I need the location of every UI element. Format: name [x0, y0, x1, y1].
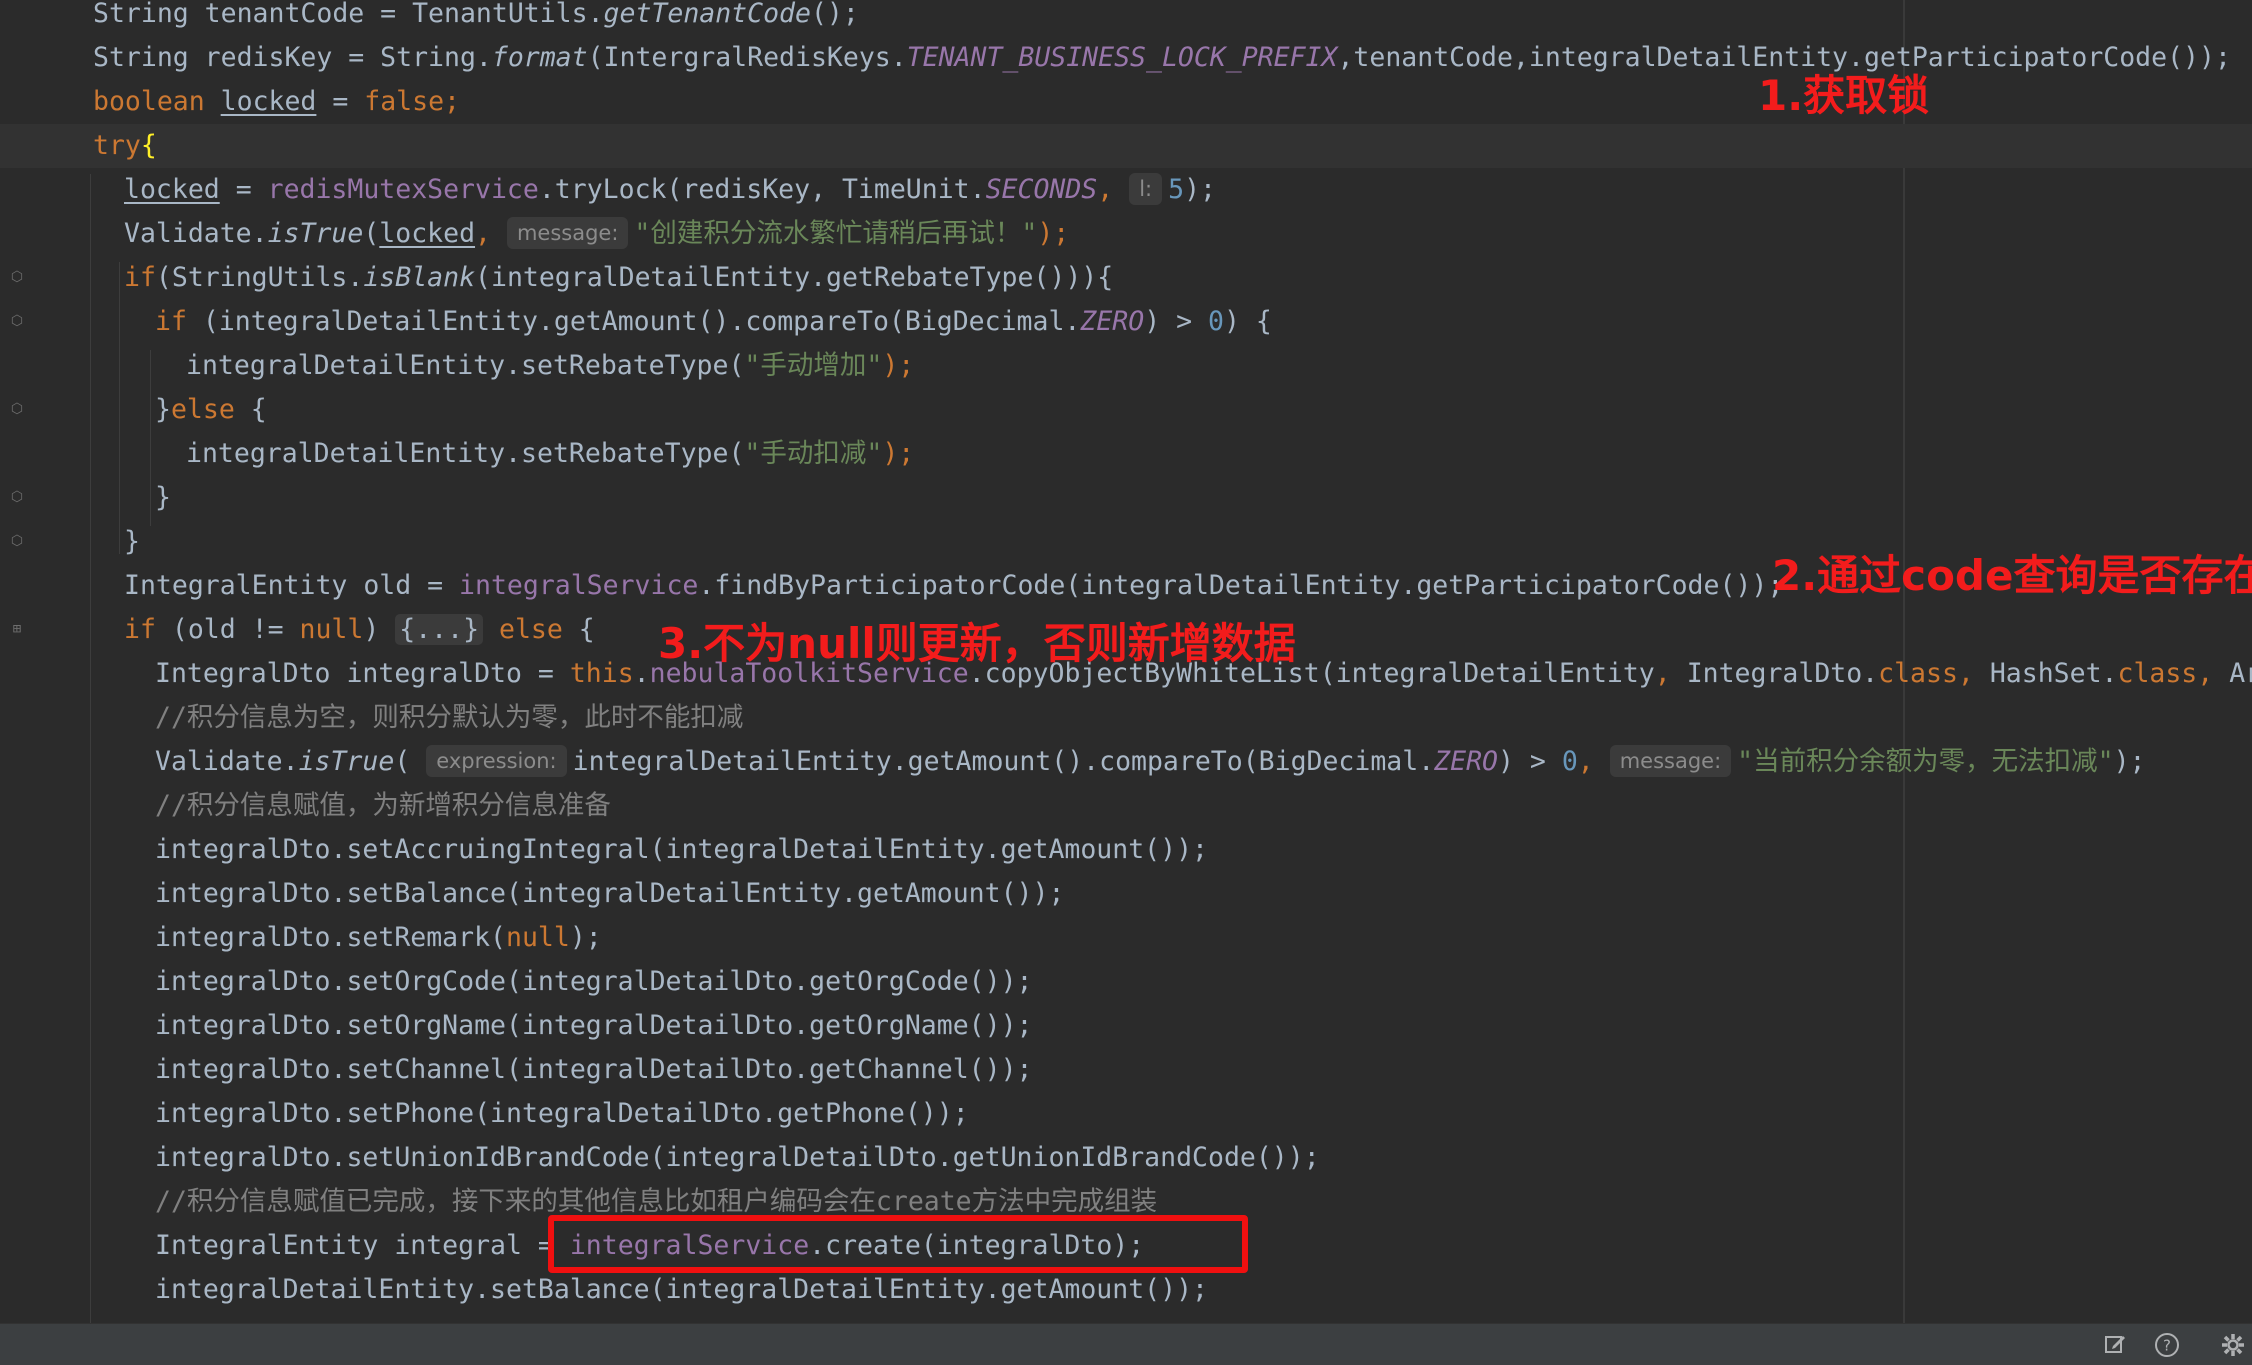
code-comment[interactable]: //积分信息赋值，为新增积分信息准备: [0, 784, 2252, 828]
code-line[interactable]: Validate.isTrue(locked, message: "创建积分流水繁…: [0, 212, 2252, 256]
code-editor[interactable]: ⬡ ⬡ ⬡ ⬡ ⬡ ⬡ ⊞ String tenantCode = Tenant…: [0, 0, 2252, 1323]
folded-code-badge[interactable]: {...}: [395, 614, 484, 645]
settings-icon[interactable]: [2220, 1332, 2246, 1358]
status-bar: ?: [0, 1323, 2252, 1365]
highlight-box: [548, 1215, 1248, 1273]
code-line[interactable]: String tenantCode = TenantUtils.getTenan…: [0, 0, 2252, 36]
code-line[interactable]: integralDto.setPhone(integralDetailDto.g…: [0, 1092, 2252, 1136]
help-icon[interactable]: ?: [2154, 1332, 2180, 1358]
code-line[interactable]: integralDto.setChannel(integralDetailDto…: [0, 1048, 2252, 1092]
code-line[interactable]: if(StringUtils.isBlank(integralDetailEnt…: [0, 256, 2252, 300]
annotation-update-or-create: 3.不为null则更新，否则新增数据: [658, 619, 1296, 668]
code-line[interactable]: if (integralDetailEntity.getAmount().com…: [0, 300, 2252, 344]
code-line[interactable]: integralDto.setUnionIdBrandCode(integral…: [0, 1136, 2252, 1180]
parameter-hint: message:: [506, 217, 629, 249]
parameter-hint: l:: [1129, 173, 1163, 205]
svg-text:?: ?: [2163, 1337, 2171, 1355]
code-line-current[interactable]: try{: [0, 124, 2252, 168]
code-line[interactable]: integralDto.setAccruingIntegral(integral…: [0, 828, 2252, 872]
code-line[interactable]: }else {: [0, 388, 2252, 432]
code-line[interactable]: locked = redisMutexService.tryLock(redis…: [0, 168, 2252, 212]
code-comment[interactable]: //积分信息为空，则积分默认为零，此时不能扣减: [0, 696, 2252, 740]
code-line[interactable]: integralDto.setOrgName(integralDetailDto…: [0, 1004, 2252, 1048]
code-line[interactable]: integralDto.setOrgCode(integralDetailDto…: [0, 960, 2252, 1004]
parameter-hint: message:: [1609, 745, 1732, 777]
annotation-acquire-lock: 1.获取锁: [1758, 71, 1930, 120]
annotation-query-by-code: 2.通过code查询是否存在: [1772, 551, 2252, 600]
code-line[interactable]: }: [0, 476, 2252, 520]
edit-icon[interactable]: [2102, 1332, 2128, 1358]
code-line[interactable]: integralDetailEntity.setBalance(integral…: [0, 1268, 2252, 1312]
code-line[interactable]: integralDto.setBalance(integralDetailEnt…: [0, 872, 2252, 916]
code-line[interactable]: integralDto.setRemark(null);: [0, 916, 2252, 960]
parameter-hint: expression:: [426, 745, 567, 777]
code-line[interactable]: integralDetailEntity.setRebateType("手动增加…: [0, 344, 2252, 388]
code-line[interactable]: Validate.isTrue( expression: integralDeta…: [0, 740, 2252, 784]
code-line[interactable]: integralDetailEntity.setRebateType("手动扣减…: [0, 432, 2252, 476]
